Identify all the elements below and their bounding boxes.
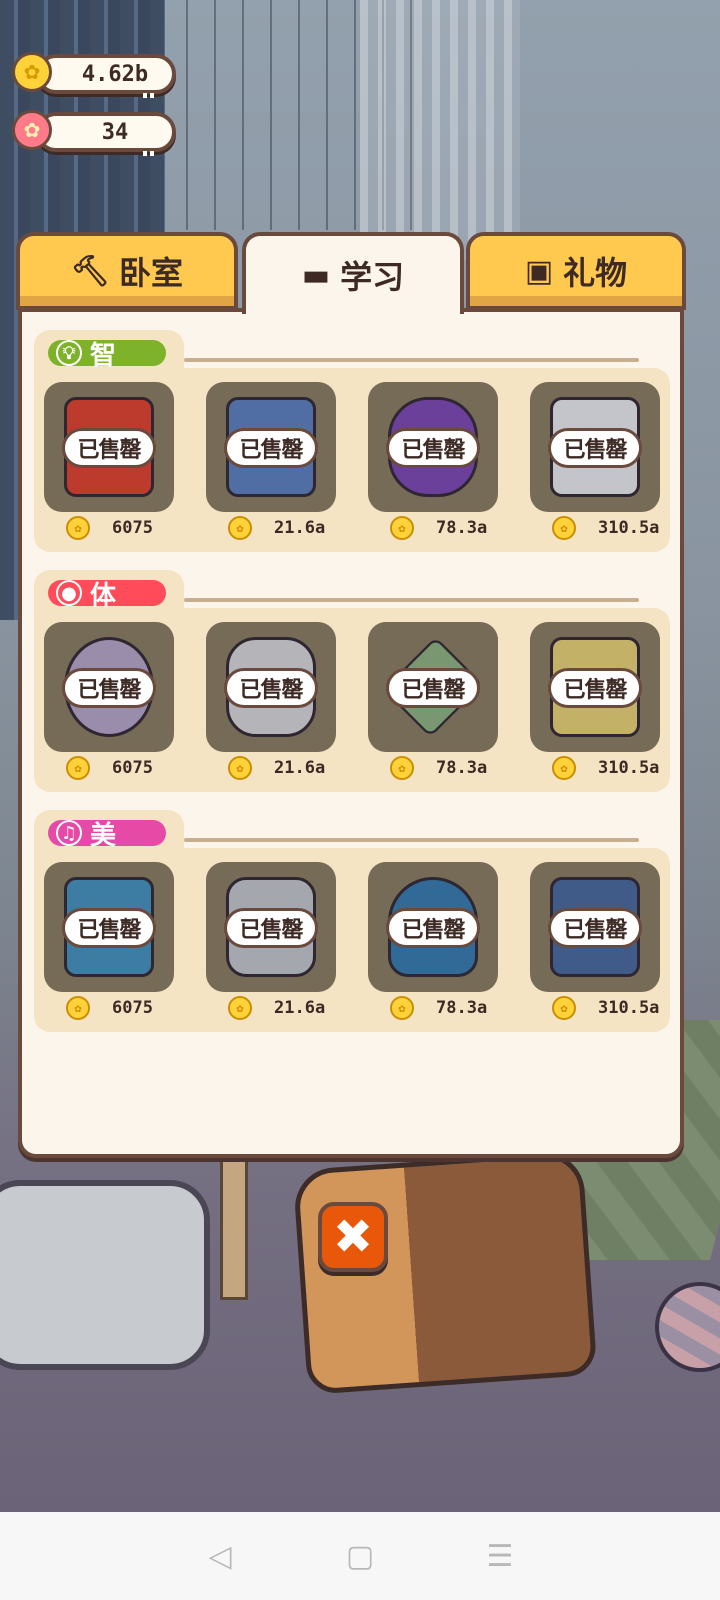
item-price: ✿ 310.5a [552, 756, 672, 780]
shop-panel: 💡︎ 智 已售罄 ✿6075 已售罄 ✿21.6a 已售罄 ✿78.3a [18, 308, 684, 1158]
sold-out-badge: 已售罄 [548, 668, 642, 708]
item-price: ✿ 310.5a [552, 996, 672, 1020]
menu-icon[interactable]: ☰ [480, 1536, 520, 1576]
window-curtain [360, 0, 520, 260]
tab-study[interactable]: ▬ 学习 [242, 232, 464, 314]
tab-label: 卧室 [119, 254, 184, 292]
coin-icon: ✿ [552, 996, 576, 1020]
shop-item[interactable]: 已售罄 ✿ 21.6a [206, 622, 336, 782]
item-price: ✿ 21.6a [228, 996, 348, 1020]
sold-out-badge: 已售罄 [548, 908, 642, 948]
section-title: 美 [90, 820, 117, 851]
coin-icon: ✿ [228, 756, 252, 780]
sold-out-badge: 已售罄 [224, 428, 318, 468]
coin-icon: ✿ [390, 996, 414, 1020]
shop-item[interactable]: 已售罄 ✿ 310.5a [530, 382, 660, 542]
item-price: ✿ 21.6a [228, 756, 348, 780]
flower-value: 34 [36, 112, 176, 152]
back-icon[interactable]: ◁ [200, 1536, 240, 1576]
sold-out-badge: 已售罄 [386, 908, 480, 948]
coin-icon: ✿ [390, 756, 414, 780]
gift-icon: ▣ [524, 253, 554, 289]
home-icon[interactable]: ▢ [340, 1536, 380, 1576]
section-label: ♫ 美 [48, 820, 166, 851]
shop-item[interactable]: 已售罄 ✿ 21.6a [206, 862, 336, 1022]
sold-out-badge: 已售罄 [386, 668, 480, 708]
item-price: ✿ 78.3a [390, 756, 510, 780]
coin-value: 4.62b [36, 54, 176, 94]
item-price: ✿ 21.6a [228, 516, 348, 540]
shop-item[interactable]: 已售罄 ✿ 78.3a [368, 382, 498, 542]
section-title: 体 [90, 580, 117, 611]
item-price: ✿ 6075 [66, 996, 186, 1020]
system-nav-bar: ◁ ▢ ☰ [0, 1512, 720, 1600]
hammer-icon: 🔨︎ [70, 253, 110, 289]
tab-bedroom[interactable]: 🔨︎ 卧室 [16, 232, 238, 310]
basketball-icon: ● [56, 580, 82, 606]
sold-out-badge: 已售罄 [62, 668, 156, 708]
coin-icon: ✿ [12, 52, 52, 92]
coin-icon: ✿ [390, 516, 414, 540]
item-price: ✿ 6075 [66, 516, 186, 540]
tab-label: 礼物 [563, 254, 628, 292]
coin-icon: ✿ [66, 756, 90, 780]
close-button[interactable]: ✖ [318, 1202, 388, 1272]
tab-label: 学习 [340, 258, 405, 296]
item-price: ✿ 6075 [66, 756, 186, 780]
coin-icon: ✿ [228, 996, 252, 1020]
shop-item[interactable]: 已售罄 ✿ 78.3a [368, 622, 498, 782]
sold-out-badge: 已售罄 [224, 668, 318, 708]
sold-out-badge: 已售罄 [386, 428, 480, 468]
sold-out-badge: 已售罄 [62, 428, 156, 468]
coin-icon: ✿ [552, 756, 576, 780]
section-divider [184, 838, 639, 842]
tab-gift[interactable]: ▣ 礼物 [466, 232, 686, 310]
section-body: 已售罄 ✿ 6075 已售罄 ✿ 21.6a 已售罄 ✿ 78.3a 已售罄 ✿ 310… [34, 368, 670, 552]
sold-out-badge: 已售罄 [62, 908, 156, 948]
section-label: 💡︎ 智 [48, 340, 166, 371]
coin-icon: ✿ [552, 516, 576, 540]
floor-ball [655, 1282, 720, 1372]
shop-item[interactable]: 已售罄 ✿ 6075 [44, 622, 174, 782]
section-label: ● 体 [48, 580, 166, 611]
section-body: 已售罄 ✿ 6075 已售罄 ✿ 21.6a 已售罄 ✿ 78.3a 已售罄 ✿ 310… [34, 848, 670, 1032]
item-price: ✿ 78.3a [390, 516, 510, 540]
section-body: 已售罄 ✿ 6075 已售罄 ✿ 21.6a 已售罄 ✿ 78.3a 已售罄 ✿ 310… [34, 608, 670, 792]
shop-item[interactable]: 已售罄 ✿ 6075 [44, 382, 174, 542]
close-icon: ✖ [332, 1209, 374, 1265]
bread-cat-cushion [292, 1150, 598, 1395]
flower-counter: ✿ 34 [12, 110, 177, 156]
shop-item[interactable]: 已售罄 ✿ 21.6a [206, 382, 336, 542]
item-price: ✿ 310.5a [552, 516, 672, 540]
pill-highlight [143, 93, 155, 98]
bath-tub [0, 1180, 210, 1370]
shop-item[interactable]: 已售罄 ✿ 6075 [44, 862, 174, 1022]
graduation-cap-icon: ▬ [301, 257, 331, 293]
coin-icon: ✿ [228, 516, 252, 540]
shop-item[interactable]: 已售罄 ✿ 78.3a [368, 862, 498, 1022]
sold-out-badge: 已售罄 [224, 908, 318, 948]
music-note-icon: ♫ [56, 820, 82, 846]
pill-highlight [143, 151, 155, 156]
section-physical: ● 体 已售罄 ✿ 6075 已售罄 ✿ 21.6a 已售罄 ✿ 78.3a 已售 [34, 570, 670, 792]
shop-item[interactable]: 已售罄 ✿ 310.5a [530, 622, 660, 782]
section-divider [184, 358, 639, 362]
coin-icon: ✿ [66, 996, 90, 1020]
section-divider [184, 598, 639, 602]
section-title: 智 [90, 340, 117, 371]
lightbulb-icon: 💡︎ [56, 340, 82, 366]
shop-item[interactable]: 已售罄 ✿ 310.5a [530, 862, 660, 1022]
section-art: ♫ 美 已售罄 ✿ 6075 已售罄 ✿ 21.6a 已售罄 ✿ 78.3a 已售 [34, 810, 670, 1032]
item-price: ✿ 78.3a [390, 996, 510, 1020]
coin-counter: ✿ 4.62b [12, 52, 177, 98]
flower-icon: ✿ [12, 110, 52, 150]
coin-icon: ✿ [66, 516, 90, 540]
stool-leg [220, 1140, 248, 1300]
sold-out-badge: 已售罄 [548, 428, 642, 468]
section-intellect: 💡︎ 智 已售罄 ✿6075 已售罄 ✿21.6a 已售罄 ✿78.3a [34, 330, 670, 552]
